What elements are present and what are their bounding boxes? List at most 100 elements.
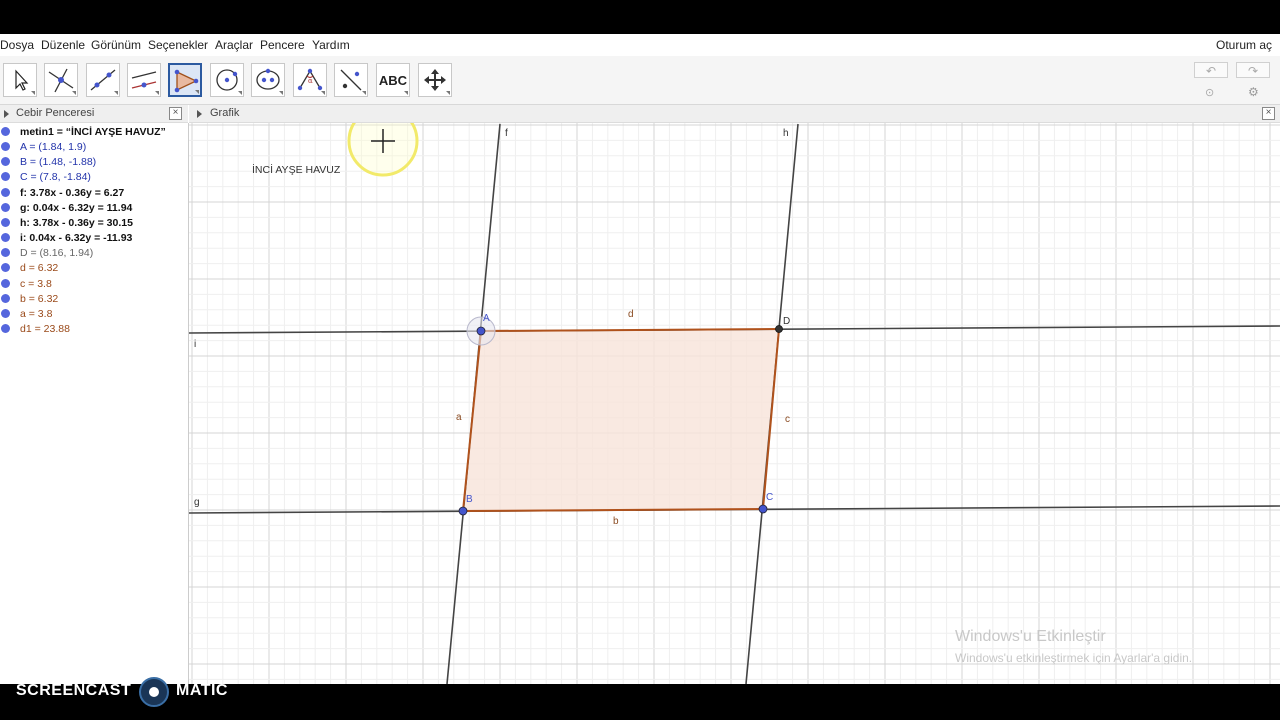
menu-edit[interactable]: Düzenle bbox=[41, 38, 85, 52]
close-icon[interactable]: × bbox=[169, 107, 182, 120]
point-on-lines-icon bbox=[48, 68, 74, 93]
algebra-item[interactable]: b = 6.32 bbox=[0, 292, 188, 307]
label-point-b: B bbox=[466, 494, 473, 505]
algebra-item-text: f: 3.78x - 0.36y = 6.27 bbox=[20, 186, 125, 199]
recorded-with-text: RECORDED WITH bbox=[16, 660, 109, 671]
algebra-item[interactable]: d1 = 23.88 bbox=[0, 322, 188, 337]
visibility-toggle[interactable] bbox=[1, 217, 10, 227]
parallel-line-tool-button[interactable] bbox=[127, 63, 161, 97]
visibility-toggle[interactable] bbox=[1, 172, 10, 182]
circle-tool-button[interactable] bbox=[210, 63, 244, 97]
algebra-item-text: d1 = 23.88 bbox=[20, 322, 70, 335]
algebra-item[interactable]: d = 6.32 bbox=[0, 261, 188, 276]
angle-icon: α bbox=[297, 68, 323, 91]
algebra-item-text: a = 3.8 bbox=[20, 307, 53, 320]
visibility-toggle[interactable] bbox=[1, 308, 10, 318]
label-segment-c: c bbox=[785, 414, 790, 425]
algebra-panel: metin1 = “İNCİ AYŞE HAVUZ” A = (1.84, 1.9… bbox=[0, 123, 189, 684]
algebra-item[interactable]: a = 3.8 bbox=[0, 307, 188, 322]
algebra-panel-title: Cebir Penceresi bbox=[16, 107, 95, 119]
visibility-toggle[interactable] bbox=[1, 233, 10, 243]
visibility-toggle[interactable] bbox=[1, 202, 10, 212]
conic-tool-button[interactable] bbox=[251, 63, 285, 97]
algebra-item-text: g: 0.04x - 6.32y = 11.94 bbox=[20, 201, 133, 214]
graphics-view[interactable]: f h i g A B C D d c b a İNCİ AYŞE HAVUZ bbox=[189, 123, 1280, 684]
menu-tools[interactable]: Araçlar bbox=[215, 38, 253, 52]
point-b[interactable] bbox=[458, 506, 468, 516]
line-tool-button[interactable] bbox=[86, 63, 120, 97]
close-icon[interactable]: × bbox=[1262, 107, 1275, 120]
settings-gear-icon[interactable]: ⚙ bbox=[1248, 85, 1259, 99]
algebra-item[interactable]: g: 0.04x - 6.32y = 11.94 bbox=[0, 201, 188, 216]
collapse-arrow-icon[interactable] bbox=[197, 110, 202, 118]
menu-window[interactable]: Pencere bbox=[260, 38, 305, 52]
visibility-toggle[interactable] bbox=[1, 142, 10, 152]
algebra-item[interactable]: c = 3.8 bbox=[0, 277, 188, 292]
redo-button[interactable]: ↷ bbox=[1236, 62, 1270, 78]
label-segment-d: d bbox=[628, 309, 634, 320]
visibility-toggle[interactable] bbox=[1, 278, 10, 288]
point-tool-button[interactable] bbox=[44, 63, 78, 97]
undo-icon: ↶ bbox=[1205, 64, 1217, 78]
menu-options[interactable]: Seçenekler bbox=[148, 38, 208, 52]
point-d[interactable] bbox=[775, 325, 783, 333]
visibility-toggle[interactable] bbox=[1, 323, 10, 333]
move-arrows-icon bbox=[424, 69, 446, 91]
algebra-item-text: C = (7.8, -1.84) bbox=[20, 171, 91, 184]
geometry-canvas[interactable]: f h i g A B C D d c b a İNCİ AYŞE HAVUZ bbox=[189, 123, 1280, 684]
menu-bar: Dosya Düzenle Görünüm Seçenekler Araçlar… bbox=[0, 34, 1280, 56]
collapse-arrow-icon[interactable] bbox=[4, 110, 9, 118]
quadrilateral-fill[interactable] bbox=[463, 329, 779, 511]
screencast-text: SCREENCAST bbox=[16, 682, 132, 699]
login-link[interactable]: Oturum aç bbox=[1216, 38, 1272, 52]
help-icon[interactable]: ⊙ bbox=[1205, 86, 1214, 99]
line-through-points-icon bbox=[90, 69, 116, 91]
visibility-toggle[interactable] bbox=[1, 293, 10, 303]
algebra-item[interactable]: C = (7.8, -1.84) bbox=[0, 170, 188, 185]
ellipse-icon bbox=[256, 68, 280, 90]
geogebra-window: Dosya Düzenle Görünüm Seçenekler Araçlar… bbox=[0, 34, 1280, 684]
visibility-toggle[interactable] bbox=[1, 187, 10, 197]
visibility-toggle[interactable] bbox=[1, 263, 10, 273]
angle-tool-button[interactable]: α bbox=[293, 63, 327, 97]
toolbar: α ABC ↶ ↷ ⊙ ⚙ bbox=[0, 56, 1280, 105]
algebra-item[interactable]: f: 3.78x - 0.36y = 6.27 bbox=[0, 186, 188, 201]
label-point-a: A bbox=[483, 313, 490, 324]
text-tool-button[interactable]: ABC bbox=[376, 63, 410, 97]
algebra-item-text: h: 3.78x - 0.36y = 30.15 bbox=[20, 216, 133, 229]
move-view-tool-button[interactable] bbox=[418, 63, 452, 97]
algebra-item[interactable]: h: 3.78x - 0.36y = 30.15 bbox=[0, 216, 188, 231]
algebra-item-text: D = (8.16, 1.94) bbox=[20, 247, 94, 260]
graphics-panel-header: Grafik × bbox=[189, 105, 1280, 123]
visibility-toggle[interactable] bbox=[1, 248, 10, 258]
label-i: i bbox=[194, 339, 196, 350]
algebra-item-text: b = 6.32 bbox=[20, 292, 59, 305]
point-a[interactable] bbox=[476, 326, 486, 336]
label-f: f bbox=[505, 128, 508, 139]
matic-text: MATIC bbox=[176, 682, 228, 699]
algebra-item-text: i: 0.04x - 6.32y = -11.93 bbox=[20, 232, 133, 245]
reflect-tool-button[interactable] bbox=[334, 63, 368, 97]
visibility-toggle[interactable] bbox=[1, 127, 10, 136]
svg-text:α: α bbox=[308, 77, 313, 85]
label-h: h bbox=[783, 128, 789, 139]
polygon-tool-button[interactable] bbox=[168, 63, 202, 97]
redo-icon: ↷ bbox=[1247, 64, 1259, 78]
algebra-item[interactable]: B = (1.48, -1.88) bbox=[0, 155, 188, 170]
move-tool-button[interactable] bbox=[3, 63, 37, 97]
algebra-item[interactable]: D = (8.16, 1.94) bbox=[0, 246, 188, 261]
label-point-c: C bbox=[766, 492, 773, 503]
undo-button[interactable]: ↶ bbox=[1194, 62, 1228, 78]
algebra-item[interactable]: i: 0.04x - 6.32y = -11.93 bbox=[0, 231, 188, 246]
algebra-item-text: c = 3.8 bbox=[20, 277, 52, 290]
point-c[interactable] bbox=[758, 504, 768, 514]
algebra-item[interactable]: A = (1.84, 1.9) bbox=[0, 140, 188, 155]
visibility-toggle[interactable] bbox=[1, 157, 10, 167]
text-object[interactable]: İNCİ AYŞE HAVUZ bbox=[252, 163, 341, 176]
algebra-item[interactable]: metin1 = “İNCİ AYŞE HAVUZ” bbox=[0, 125, 188, 140]
menu-help[interactable]: Yardım bbox=[312, 38, 350, 52]
menu-view[interactable]: Görünüm bbox=[91, 38, 141, 52]
cursor-arrow-icon bbox=[15, 69, 29, 91]
menu-file[interactable]: Dosya bbox=[0, 38, 34, 52]
label-point-d: D bbox=[783, 316, 790, 327]
